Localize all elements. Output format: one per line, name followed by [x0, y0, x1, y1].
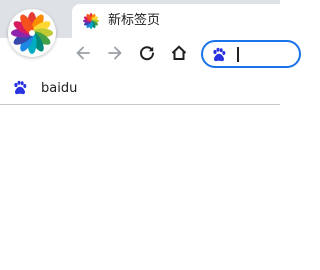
bookmarks-bar: baidu — [0, 72, 280, 105]
page-content — [0, 105, 280, 270]
forward-arrow-icon — [106, 44, 124, 66]
baidu-paw-icon — [12, 80, 28, 96]
address-bar[interactable] — [201, 40, 301, 68]
bookmark-label: baidu — [41, 80, 78, 96]
reload-icon — [138, 44, 156, 66]
forward-button[interactable] — [101, 41, 129, 69]
back-button[interactable] — [69, 41, 97, 69]
browser-window: 新标签页 baidu — [0, 0, 301, 270]
home-icon — [170, 44, 188, 66]
bookmark-baidu[interactable]: baidu — [8, 78, 77, 98]
tab-new-tab[interactable]: 新标签页 — [72, 4, 292, 38]
baidu-paw-icon — [211, 47, 227, 63]
address-input[interactable] — [239, 45, 299, 65]
tab-title: 新标签页 — [108, 13, 161, 28]
home-button[interactable] — [165, 41, 193, 69]
browser-logo-icon — [8, 9, 56, 57]
reload-button[interactable] — [133, 41, 161, 69]
chromium-pinwheel-icon — [82, 12, 100, 30]
back-arrow-icon — [74, 44, 92, 66]
